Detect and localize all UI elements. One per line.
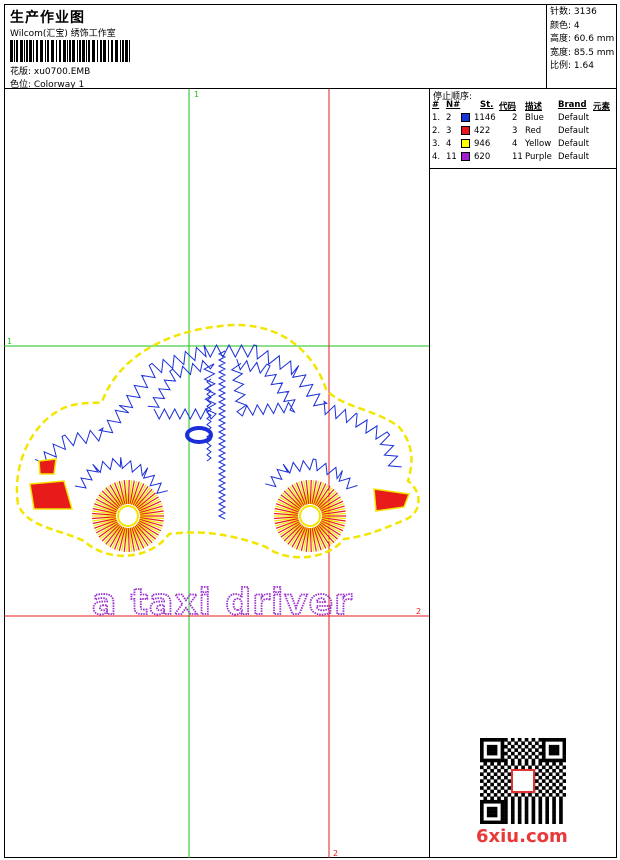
row-needle: 2 [446,113,452,123]
col-needle: N# [446,100,461,110]
row-code: 3 [512,126,518,136]
row-code: 4 [512,139,518,149]
studio-name: Wilcom(汇宝) 绣饰工作室 [10,29,116,39]
site-watermark: 6xiu.com [476,826,568,847]
row-stitches: 422 [474,126,491,136]
guide-label-v2: 2 [333,849,338,858]
color-swatch [461,139,470,148]
col-brand: Brand [558,100,587,110]
headlight [29,480,73,510]
page-title: 生产作业图 [10,10,85,26]
row-num: 1. [432,113,441,123]
stats-panel: 针数: 3136 颜色: 4 高度: 60.6 mm 宽度: 85.5 mm 比… [546,4,617,89]
row-num: 4. [432,152,441,162]
car-roof-outline [34,343,402,468]
color-table-row: 3. 4 946 4 Yellow Default [430,139,616,152]
row-needle: 4 [446,139,452,149]
qr-code-icon [480,738,566,824]
row-num: 3. [432,139,441,149]
door-pillar [217,350,227,520]
col-code: 代码 [499,102,517,112]
row-needle: 11 [446,152,457,162]
car-body-blue [34,343,402,520]
row-num: 2. [432,126,441,136]
col-element: 元素 [593,102,611,112]
row-description: Purple [525,152,552,162]
col-num: # [432,100,440,110]
color-table-row: 1. 2 1146 2 Blue Default [430,113,616,126]
front-wheel [92,480,164,552]
barcode-icon [10,40,130,62]
guide-label-v1: 1 [194,90,199,99]
row-brand: Default [558,113,590,123]
color-swatch [461,113,470,122]
color-table-row: 2. 3 422 3 Red Default [430,126,616,139]
col-stitches: St. [480,100,494,110]
color-table: # N# St. 代码 描述 Brand 元素 1. 2 1146 2 Blue Defa… [430,100,616,165]
car-outline-yellow [15,323,420,559]
col-description: 描述 [525,102,543,112]
guide-label-h1: 1 [7,337,12,346]
row-brand: Default [558,152,590,162]
row-stitches: 1146 [474,113,496,123]
row-description: Red [525,126,542,136]
color-table-header: # N# St. 代码 描述 Brand 元素 [430,100,616,113]
row-stitches: 620 [474,152,491,162]
design-height: 高度: 60.6 mm [550,34,615,44]
front-lamp [38,458,57,475]
design-canvas: 1 1 2 2 a taxi driver [4,89,429,858]
taillight [373,488,411,512]
door-handle [185,426,213,444]
row-code: 2 [512,113,518,123]
row-needle: 3 [446,126,452,136]
design-file-label: 花版: xu0700.EMB [10,67,91,77]
color-swatch [461,126,470,135]
design-caption: a taxi driver [92,582,353,623]
design-scale: 比例: 1.64 [550,61,594,71]
color-table-divider [430,168,617,169]
color-swatch [461,152,470,161]
guide-label-h2: 2 [416,607,421,616]
color-count: 颜色: 4 [550,20,580,31]
row-stitches: 946 [474,139,491,149]
color-table-row: 4. 11 620 11 Purple Default [430,152,616,165]
row-brand: Default [558,139,590,149]
row-description: Blue [525,113,544,123]
worksheet-header: 生产作业图 Wilcom(汇宝) 绣饰工作室 花版: xu0700.EMB 色位… [4,4,617,90]
row-brand: Default [558,126,590,136]
row-description: Yellow [525,139,552,149]
row-code: 11 [512,152,523,162]
rear-window-outline [230,358,296,417]
rear-wheel [274,480,346,552]
design-width: 宽度: 85.5 mm [550,47,615,58]
stitch-count: 针数: 3136 [550,7,597,17]
